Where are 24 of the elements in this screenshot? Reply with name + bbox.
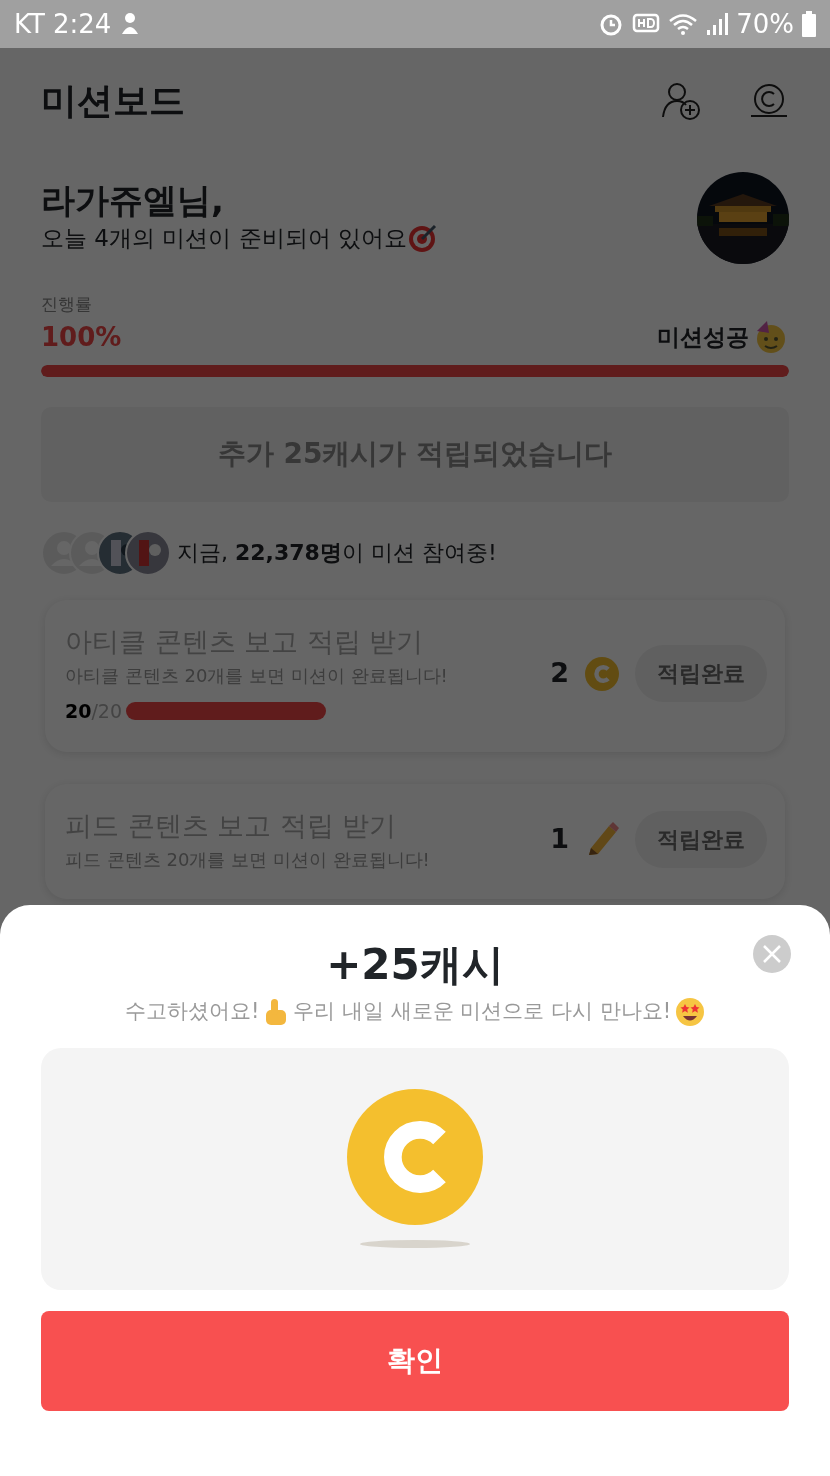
reward-amount: 1 (550, 822, 569, 856)
mission-message: 오늘 4개의 미션이 준비되어 있어요 (41, 224, 407, 254)
reward-amount: 2 (550, 656, 569, 691)
wifi-icon (668, 12, 699, 36)
reward-message: 수고하셨어요! (124, 998, 260, 1025)
signal-icon (706, 12, 729, 36)
battery-icon (802, 11, 816, 37)
coin-icon (585, 656, 619, 691)
progress-percent: 100% (41, 320, 122, 354)
add-friend-icon[interactable] (661, 81, 701, 121)
participant-count: 지금, 22,378명이 미션 참여중! (177, 539, 497, 567)
confirm-button[interactable]: 확인 (41, 1310, 789, 1411)
page-title: 미션보드 (41, 79, 185, 123)
reward-message: 우리 내일 새로운 미션으로 다시 만나요! (293, 998, 672, 1025)
clock-time: 2:24 (52, 7, 112, 41)
carrier-label: KT (14, 7, 45, 41)
coin-icon (347, 1088, 483, 1225)
user-greeting: 라가쥬엘님, (41, 180, 225, 222)
mission-status: 미션성공 (657, 322, 749, 352)
target-icon (406, 222, 439, 255)
battery-percent: 70% (736, 7, 794, 41)
reward-title: +25캐시 (325, 939, 505, 991)
shadow-icon (360, 1238, 470, 1249)
star-eyes-face-icon (675, 996, 706, 1027)
